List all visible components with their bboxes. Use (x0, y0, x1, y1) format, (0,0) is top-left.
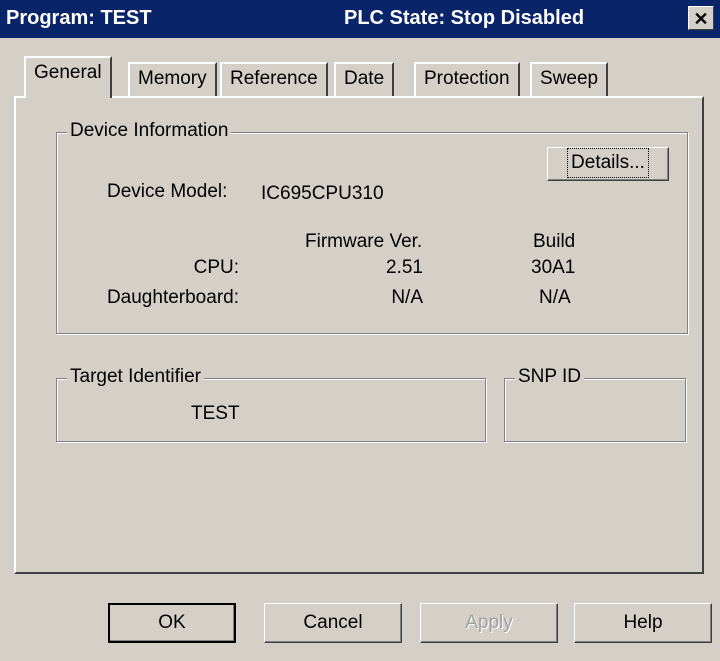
general-tab-panel: Device Information Details... Device Mod… (14, 96, 704, 574)
title-bar: Program: TEST PLC State: Stop Disabled ✕ (0, 0, 720, 38)
daughterboard-build-value: N/A (539, 287, 571, 308)
snp-id-group: SNP ID (504, 366, 686, 442)
tab-general-label: General (34, 62, 102, 83)
help-button[interactable]: Help (574, 603, 712, 643)
plc-state-title: PLC State: Stop Disabled (344, 7, 585, 29)
ok-button-label: OK (158, 612, 186, 633)
details-button[interactable]: Details... (547, 147, 669, 181)
apply-button[interactable]: Apply (420, 603, 558, 643)
details-button-label: Details... (567, 148, 649, 178)
help-button-label: Help (623, 612, 663, 633)
tab-memory-label: Memory (138, 68, 207, 89)
ok-button[interactable]: OK (108, 603, 236, 643)
daughterboard-firmware-value: N/A (391, 287, 423, 308)
cpu-label: CPU: (193, 257, 239, 278)
tab-date-label: Date (344, 68, 385, 89)
device-information-group: Device Information Details... Device Mod… (56, 120, 688, 334)
cancel-button[interactable]: Cancel (264, 603, 402, 643)
device-model-value: IC695CPU310 (261, 183, 384, 204)
target-identifier-group: Target Identifier TEST (56, 366, 486, 442)
tab-reference[interactable]: Reference (220, 62, 328, 96)
target-identifier-value: TEST (191, 403, 240, 424)
tab-reference-label: Reference (230, 68, 318, 89)
close-icon: ✕ (693, 9, 709, 29)
cpu-firmware-value: 2.51 (386, 257, 423, 278)
plc-properties-dialog: Program: TEST PLC State: Stop Disabled ✕… (0, 0, 720, 661)
cpu-build-value: 30A1 (531, 257, 576, 278)
device-information-legend: Device Information (67, 120, 232, 142)
tab-protection-label: Protection (424, 68, 510, 89)
build-column-header: Build (533, 231, 576, 252)
cancel-button-label: Cancel (303, 612, 363, 633)
program-title: Program: TEST (6, 7, 152, 29)
apply-button-label: Apply (465, 612, 513, 633)
snp-id-legend: SNP ID (515, 366, 585, 388)
target-identifier-legend: Target Identifier (67, 366, 204, 388)
daughterboard-label: Daughterboard: (106, 287, 239, 308)
device-model-label: Device Model: (107, 181, 228, 202)
tab-date[interactable]: Date (334, 62, 395, 96)
tab-sweep-label: Sweep (540, 68, 599, 89)
tab-general[interactable]: General (24, 56, 112, 98)
tab-protection[interactable]: Protection (414, 62, 520, 96)
tab-memory[interactable]: Memory (128, 62, 217, 96)
tab-sweep[interactable]: Sweep (530, 62, 609, 96)
close-button[interactable]: ✕ (688, 6, 714, 30)
firmware-column-header: Firmware Ver. (305, 231, 423, 252)
